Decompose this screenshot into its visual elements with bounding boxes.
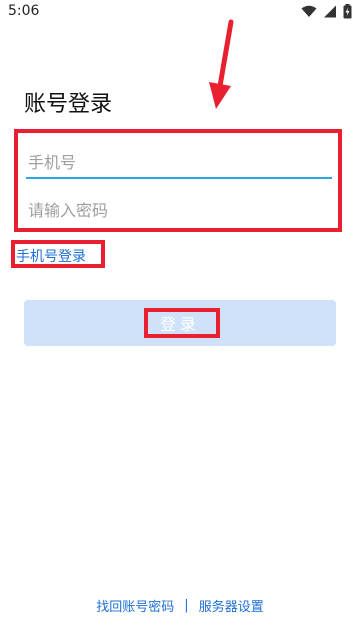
annotation-box-login-button [144,308,220,338]
annotation-box-phone-login [11,240,105,268]
cellular-icon [324,5,336,18]
status-time: 5:06 [8,3,40,19]
page-title: 账号登录 [24,92,113,117]
wifi-icon [301,5,317,17]
annotation-arrow-icon [209,19,234,109]
annotation-box-fields [14,129,342,232]
server-settings-link[interactable]: 服务器设置 [199,596,264,615]
recover-account-link[interactable]: 找回账号密码 [96,596,174,615]
battery-charging-icon [343,4,352,19]
footer-separator: | [184,598,189,613]
status-icons [301,4,352,19]
footer-links: 找回账号密码 | 服务器设置 [0,596,360,615]
status-bar: 5:06 [0,0,360,24]
